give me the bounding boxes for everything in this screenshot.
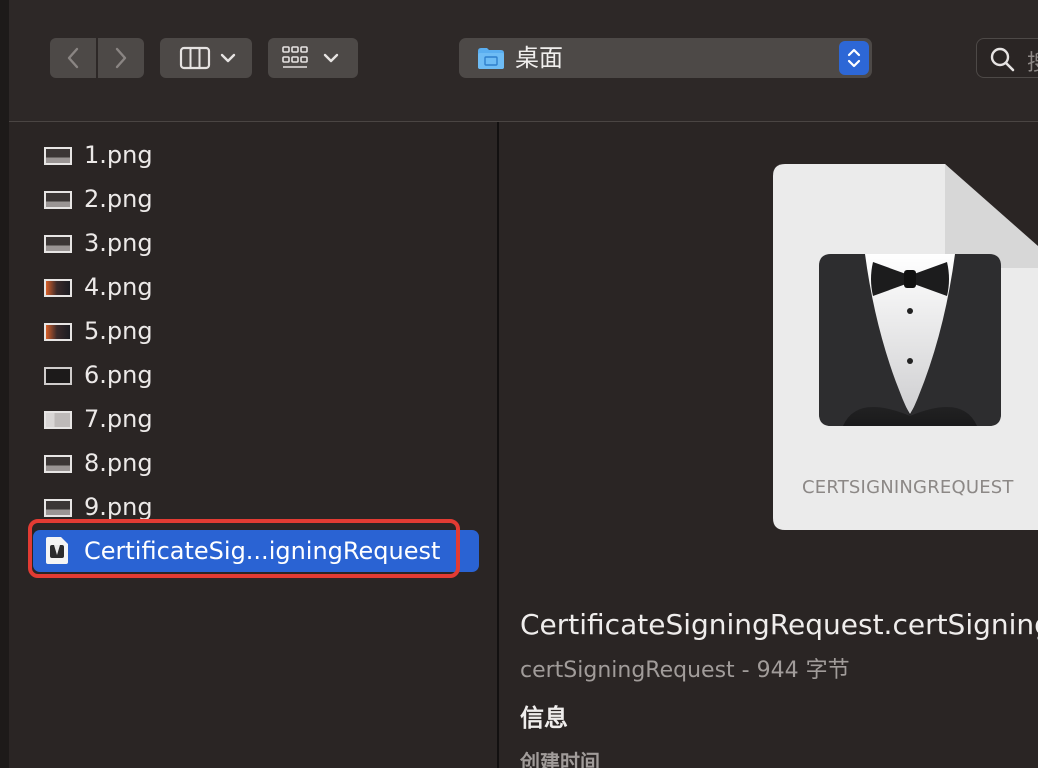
created-date-label: 创建时间 [520, 750, 600, 768]
file-name: 7.png [84, 405, 153, 433]
png-thumbnail-icon [44, 323, 72, 341]
preview-pane: CERTSIGNINGREQUEST CertificateSigningReq… [499, 122, 1038, 768]
group-by-button[interactable] [268, 38, 358, 78]
png-thumbnail-icon [44, 147, 72, 165]
png-thumbnail-icon [44, 191, 72, 209]
file-name: 3.png [84, 229, 153, 257]
toolbar: 桌面 搜 [9, 0, 1038, 122]
png-thumbnail-icon [44, 455, 72, 473]
column-view-icon [179, 46, 236, 70]
png-thumbnail-icon [44, 499, 72, 517]
file-name: 4.png [84, 273, 153, 301]
file-list-column: 1.png 2.png 3.png 4.png 5.png 6.png 7.png 8.png… [9, 122, 497, 768]
png-thumbnail-icon [44, 367, 72, 385]
selection-highlight-annotation [28, 519, 460, 578]
search-field[interactable]: 搜 [976, 38, 1038, 78]
png-thumbnail-icon [44, 411, 72, 429]
document-type-label: CERTSIGNINGREQUEST [802, 477, 1014, 498]
file-row[interactable]: 1.png [9, 133, 479, 177]
location-title: 桌面 [515, 44, 563, 72]
png-thumbnail-icon [44, 235, 72, 253]
png-thumbnail-icon [44, 279, 72, 297]
file-row[interactable]: 2.png [9, 177, 479, 221]
window-edge [0, 0, 9, 768]
file-row[interactable]: 3.png [9, 221, 479, 265]
file-row[interactable]: 6.png [9, 353, 479, 397]
file-name: 2.png [84, 185, 153, 213]
location-stepper[interactable] [839, 41, 869, 75]
file-name: 8.png [84, 449, 153, 477]
finder-window: 桌面 搜 1.png 2.png 3.png 4.png 5.png 6.png 7.png… [0, 0, 1038, 768]
chevron-left-icon [67, 47, 79, 69]
grid-group-icon [282, 46, 339, 68]
file-row[interactable]: 7.png [9, 397, 479, 441]
navigation-buttons [50, 38, 144, 78]
back-button[interactable] [50, 38, 96, 78]
file-row[interactable]: 4.png [9, 265, 479, 309]
file-row[interactable]: 8.png [9, 441, 479, 485]
preview-file-name: CertificateSigningRequest.certSigningReq… [520, 608, 1038, 641]
search-placeholder: 搜 [1027, 45, 1038, 77]
preview-file-kind-size: certSigningRequest - 944 字节 [520, 658, 850, 683]
file-row[interactable]: 5.png [9, 309, 479, 353]
view-mode-button[interactable] [160, 38, 252, 78]
up-down-chevron-icon [847, 48, 861, 68]
forward-button[interactable] [98, 38, 144, 78]
file-name: 6.png [84, 361, 153, 389]
desktop-folder-icon [478, 48, 504, 69]
location-popup[interactable]: 桌面 [459, 38, 872, 78]
search-icon [990, 47, 1015, 72]
file-name: 1.png [84, 141, 153, 169]
chevron-right-icon [115, 47, 127, 69]
file-name: 5.png [84, 317, 153, 345]
info-section-heading: 信息 [520, 704, 568, 732]
cert-document-icon [773, 164, 1038, 530]
